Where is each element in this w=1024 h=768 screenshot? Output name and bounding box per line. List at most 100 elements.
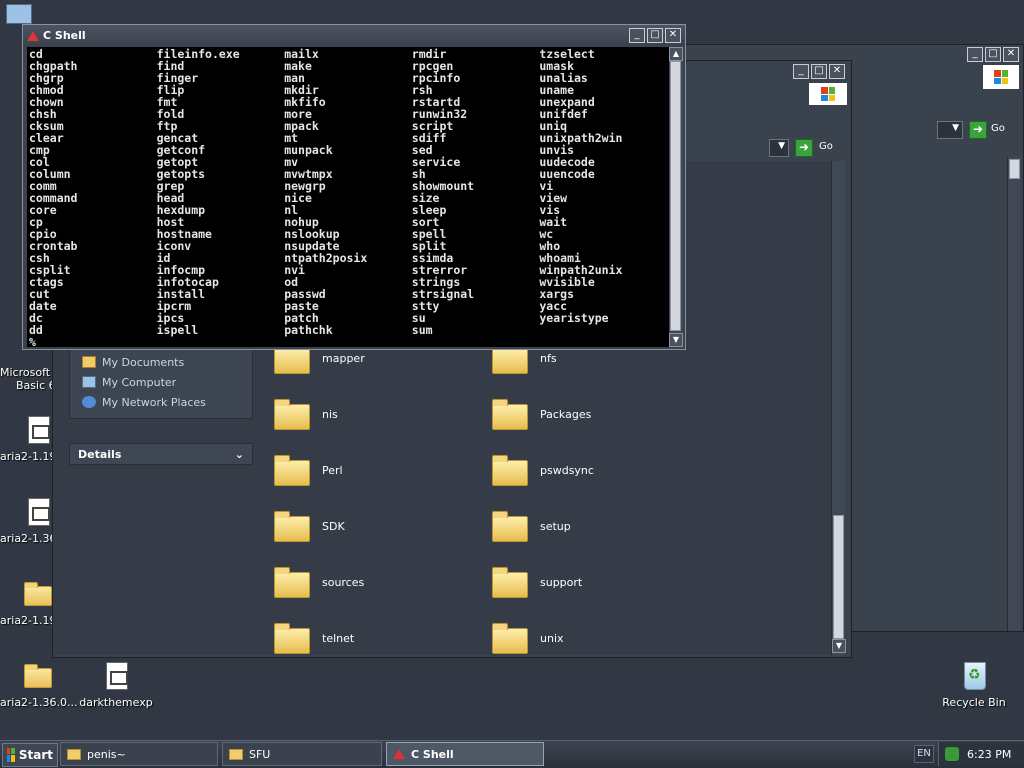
address-dropdown[interactable]: ▼ (769, 139, 789, 157)
go-label[interactable]: Go (991, 123, 1005, 134)
desktop-icon-aria2-1-36-folder[interactable]: aria2-1.36.0... (0, 660, 84, 709)
maximize-button[interactable]: □ (647, 27, 663, 43)
folder-item[interactable]: setup (492, 506, 692, 546)
windows-logo-icon (809, 83, 847, 105)
close-button[interactable]: ✕ (1003, 47, 1019, 62)
scrollbar-thumb[interactable] (1009, 159, 1020, 179)
windows-logo-icon (983, 65, 1019, 89)
desktop-icon-recycle-bin[interactable]: Recycle Bin (934, 660, 1014, 709)
taskbar-button-penis[interactable]: penis~ (60, 742, 218, 766)
document-icon (100, 660, 132, 692)
scroll-down-arrow-icon[interactable]: ▼ (832, 639, 846, 653)
command-name: nvi (284, 263, 305, 277)
folder-icon (492, 452, 528, 488)
cshell-window[interactable]: C Shell _ □ ✕ cd chgpath chgrp chmod chown ch… (22, 24, 686, 350)
minimize-button[interactable]: _ (629, 27, 645, 43)
command-name: date (29, 299, 57, 313)
command-name: yearistype (539, 311, 609, 325)
command-name: ispell (156, 323, 199, 337)
command-name: nice (284, 191, 312, 205)
folder-item[interactable]: SDK (274, 506, 474, 546)
folder-icon (274, 508, 310, 544)
address-dropdown[interactable]: ▼ (937, 121, 963, 139)
command-name: mpack (284, 119, 319, 133)
folder-name: Packages (540, 407, 592, 421)
document-icon (22, 496, 54, 528)
folder-name: support (540, 575, 583, 589)
tray-network-icon[interactable] (945, 747, 959, 761)
terminal-column: tzselect umask unalias uname unexpand unifdef… (539, 48, 667, 336)
shell-prompt: % (29, 335, 36, 347)
folder-icon (492, 508, 528, 544)
folder-name: mapper (322, 351, 365, 365)
scrollbar[interactable]: ▼ (831, 161, 846, 655)
maximize-button[interactable]: □ (985, 47, 1001, 62)
desktop-icon-darkthemexp[interactable]: darkthemexp (76, 660, 156, 709)
go-button[interactable]: ➜ (795, 139, 813, 157)
folder-icon (22, 578, 54, 610)
folder-icon (229, 748, 243, 760)
task-label: C Shell (411, 747, 454, 761)
folder-icon (274, 396, 310, 432)
go-button[interactable]: ➜ (969, 121, 987, 139)
maximize-button[interactable]: □ (811, 64, 827, 79)
minimize-button[interactable]: _ (793, 64, 809, 79)
command-name: dd (29, 323, 43, 337)
scrollbar-thumb[interactable] (670, 61, 681, 331)
terminal-scrollbar[interactable]: ▲ ▼ (669, 47, 683, 347)
chevron-down-icon[interactable]: ⌄ (235, 448, 244, 461)
folder-name: nfs (540, 351, 557, 365)
my-documents-icon (82, 356, 96, 368)
folder-item[interactable]: pswdsync (492, 450, 692, 490)
place-my-documents[interactable]: My Documents (82, 352, 240, 372)
folder-item[interactable]: telnet (274, 618, 474, 658)
scroll-down-arrow-icon[interactable]: ▼ (669, 333, 683, 347)
command-name: stty (411, 299, 440, 313)
folder-item[interactable]: Packages (492, 394, 692, 434)
folder-name: Perl (322, 463, 343, 477)
cshell-icon (393, 749, 405, 759)
folder-item[interactable]: sources (274, 562, 474, 602)
start-label: Start (18, 747, 53, 762)
folder-item[interactable]: support (492, 562, 692, 602)
taskbar-button-sfu[interactable]: SFU (222, 742, 382, 766)
folder-item[interactable]: nis (274, 394, 474, 434)
scroll-up-arrow-icon[interactable]: ▲ (669, 47, 683, 61)
details-label: Details (78, 447, 122, 461)
language-indicator[interactable]: EN (914, 745, 934, 763)
command-name: core (29, 203, 57, 217)
folder-item[interactable]: unix (492, 618, 692, 658)
folder-icon (492, 620, 528, 656)
command-name: iconv (156, 239, 192, 253)
go-label[interactable]: Go (819, 141, 833, 152)
taskbar-button-cshell[interactable]: C Shell (386, 742, 544, 766)
close-button[interactable]: ✕ (665, 27, 681, 43)
folder-name: unix (540, 631, 564, 645)
folder-icon (274, 452, 310, 488)
command-name: wait (539, 215, 568, 229)
desktop-icon-label: Recycle Bin (942, 696, 1006, 709)
recycle-bin-icon (958, 660, 990, 692)
place-my-network-places[interactable]: My Network Places (82, 392, 240, 412)
document-icon (22, 414, 54, 446)
folder-item[interactable]: Perl (274, 450, 474, 490)
scrollbar-thumb[interactable] (833, 515, 844, 639)
command-name: munpack (284, 143, 333, 157)
command-name: sum (411, 323, 433, 337)
window-title: C Shell (43, 28, 86, 42)
minimize-button[interactable]: _ (967, 47, 983, 62)
network-places-icon (82, 396, 96, 408)
close-button[interactable]: ✕ (829, 64, 845, 79)
place-label: My Documents (102, 355, 185, 369)
details-panel-header[interactable]: Details ⌄ (69, 443, 253, 465)
terminal-column: cd chgpath chgrp chmod chown chsh cksum clear cm… (29, 48, 157, 336)
scrollbar[interactable] (1007, 157, 1021, 631)
folder-icon (67, 748, 81, 760)
clock[interactable]: 6:23 PM (967, 748, 1011, 761)
start-button[interactable]: Start (2, 742, 58, 767)
place-my-computer[interactable]: My Computer (82, 372, 240, 392)
command-name: service (411, 155, 461, 169)
terminal-output[interactable]: cd chgpath chgrp chmod chown chsh cksum clear cm… (27, 47, 669, 347)
title-bar[interactable]: C Shell _ □ ✕ (23, 25, 685, 45)
terminal-column: mailx make man mkdir mkfifo more mpack mt munpac… (284, 48, 412, 336)
